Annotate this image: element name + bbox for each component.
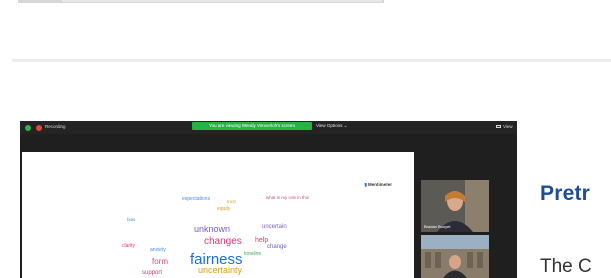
shared-screen: ▮Mentimeter fairness changes unknown uncert… xyxy=(22,152,414,278)
word-cloud-word: equity xyxy=(217,206,231,212)
word-cloud-word: trust xyxy=(227,199,236,204)
word-cloud-word: anxiety xyxy=(150,247,166,253)
participant-video-tile[interactable]: Bradan Buoyet xyxy=(421,180,489,232)
word-cloud-word: timeline xyxy=(244,251,262,257)
mentimeter-brand: Mentimeter xyxy=(367,182,392,187)
word-cloud-word: clarity xyxy=(122,243,136,249)
word-cloud-word: form xyxy=(152,257,168,266)
word-cloud-word: change xyxy=(267,244,287,250)
slide-body-text: The C xyxy=(540,256,592,277)
slide-title: Pretr xyxy=(540,182,591,205)
security-shield-icon[interactable] xyxy=(25,125,31,131)
view-button[interactable]: View xyxy=(496,124,513,129)
word-cloud-word: bias xyxy=(127,217,136,222)
word-cloud-word: support xyxy=(142,270,163,276)
zoom-meeting-screenshot: Recording You are viewing Wendy Venverlo… xyxy=(20,121,517,278)
zoom-top-bar: Recording You are viewing Wendy Venverlo… xyxy=(20,121,517,134)
view-button-label: View xyxy=(503,124,513,129)
mentimeter-logo: ▮Mentimeter xyxy=(365,182,393,188)
top-bar-remnant-light xyxy=(62,0,382,2)
view-options-button[interactable]: View Options ⌄ xyxy=(316,123,347,129)
word-cloud-word: unknown xyxy=(194,224,231,234)
participant-video-tile[interactable] xyxy=(421,235,489,278)
word-cloud-word: expectations xyxy=(182,196,211,202)
recording-label: Recording xyxy=(45,124,66,129)
mentimeter-logo-icon: ▮ xyxy=(364,182,367,187)
participant-name: Bradan Buoyet xyxy=(424,224,451,229)
participant-video-image xyxy=(421,235,489,278)
word-cloud-word: uncertain xyxy=(262,224,287,230)
view-layout-icon xyxy=(496,125,501,128)
section-divider xyxy=(12,59,611,62)
word-cloud-word: what is my role in this xyxy=(266,195,310,200)
viewing-screen-banner: You are viewing Wendy Venverloh's screen xyxy=(192,122,312,130)
word-cloud-word: changes xyxy=(204,236,242,247)
word-cloud-word: help xyxy=(255,237,269,244)
recording-dot-icon xyxy=(36,125,42,131)
word-cloud-word: uncertainty xyxy=(198,265,243,275)
